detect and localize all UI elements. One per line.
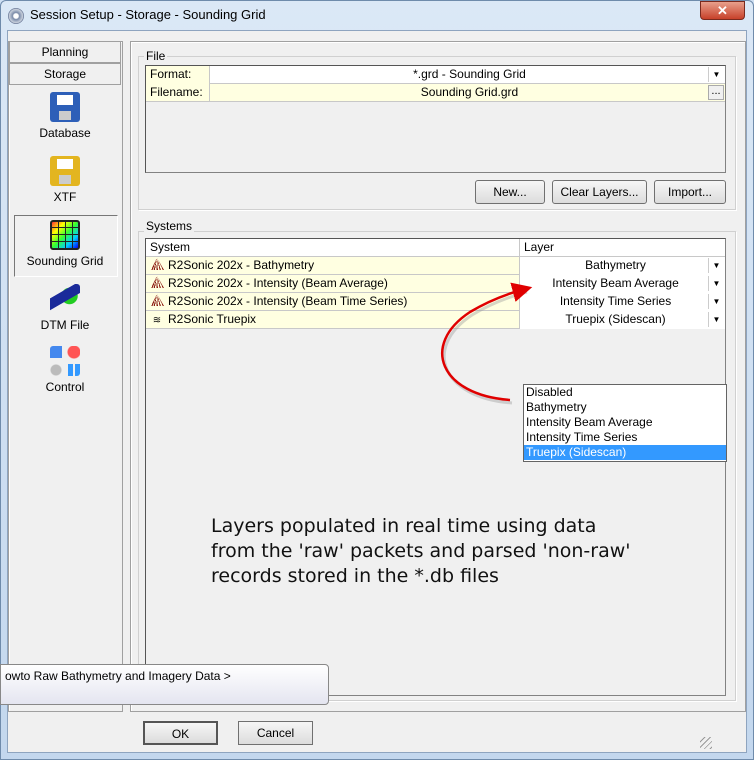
annotation-text: Layers populated in real time using data… — [211, 514, 631, 589]
annotation-line: Layers populated in real time using data — [211, 515, 597, 537]
annotation-line: from the 'raw' packets and parsed 'non-r… — [211, 540, 631, 562]
tooltip[interactable]: owto Raw Bathymetry and Imagery Data > — [0, 664, 329, 705]
ok-button[interactable]: OK — [143, 721, 218, 745]
arrow-shadow — [442, 290, 528, 405]
annotation-line: records stored in the *.db files — [211, 565, 499, 587]
arrow-path — [441, 282, 533, 402]
resize-grip-icon[interactable] — [700, 737, 712, 749]
cancel-button[interactable]: Cancel — [238, 721, 313, 745]
annotation-arrow — [441, 282, 533, 405]
